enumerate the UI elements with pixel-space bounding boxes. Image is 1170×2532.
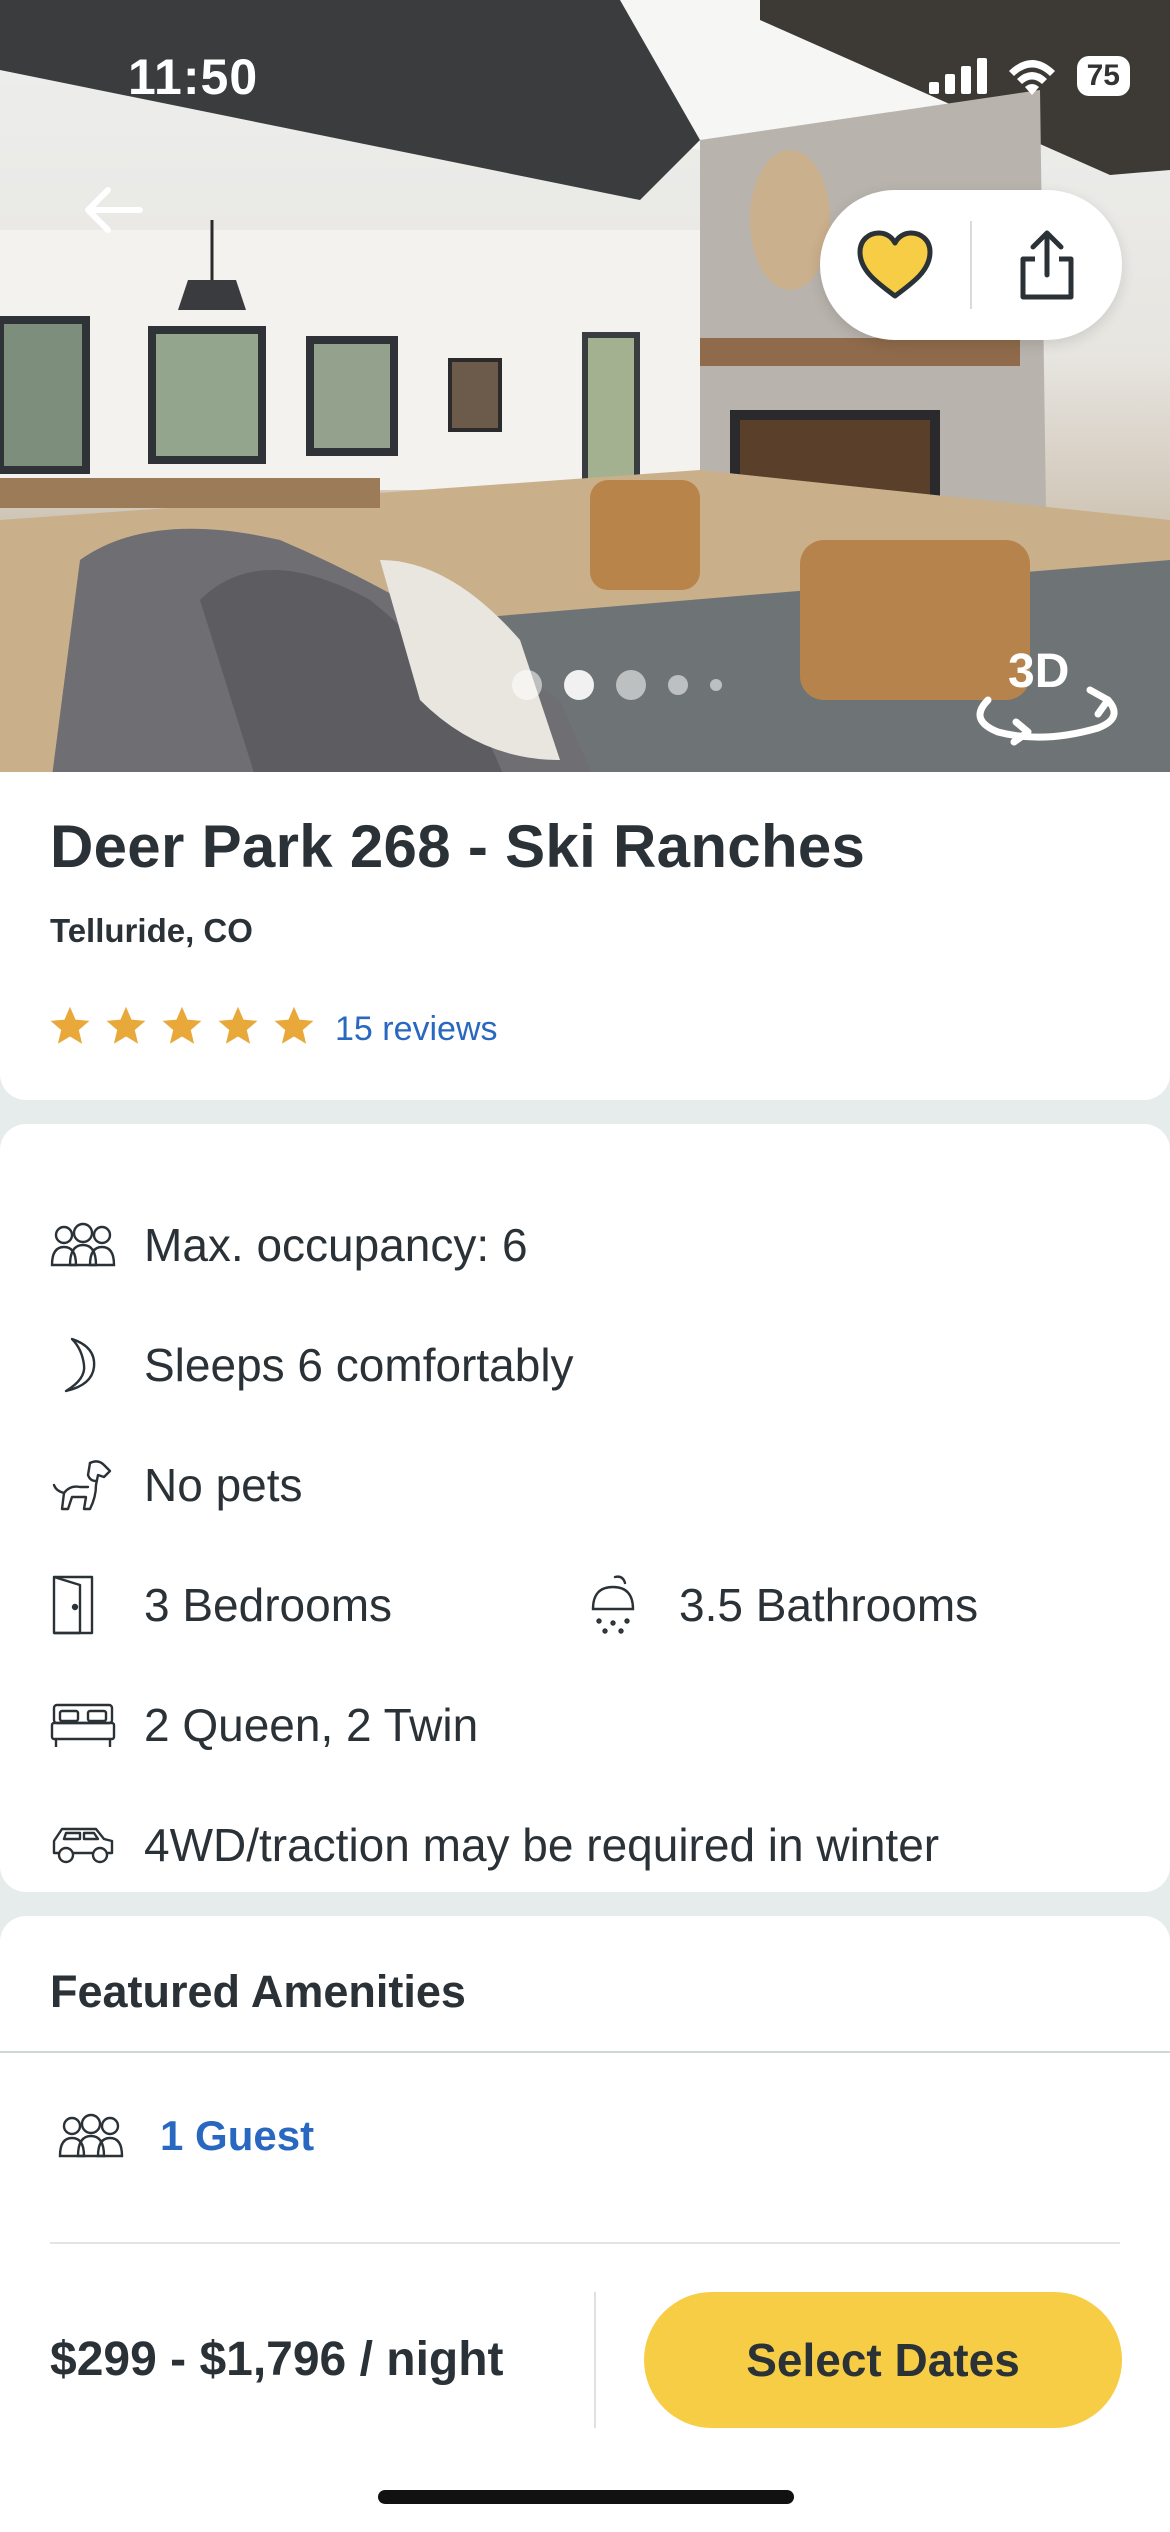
property-location: Telluride, CO <box>50 912 253 949</box>
heart-icon <box>857 230 933 299</box>
bed-icon <box>50 1697 116 1753</box>
status-time: 11:50 <box>128 49 259 105</box>
detail-bathrooms: 3.5 Bathrooms <box>585 1570 978 1640</box>
beds-text: 2 Queen, 2 Twin <box>144 1699 479 1751</box>
3d-tour-label: 3D <box>1008 645 1070 698</box>
people-group-icon <box>58 2113 124 2158</box>
guest-count: 1 Guest <box>160 2112 315 2159</box>
share-icon <box>1020 230 1074 300</box>
arrow-left-icon <box>85 187 143 233</box>
favorite-button[interactable] <box>820 190 970 340</box>
sleeps-text: Sleeps 6 comfortably <box>144 1339 574 1391</box>
detail-pets: No pets <box>50 1450 303 1520</box>
property-header-card: Deer Park 268 - Ski Ranches Telluride, C… <box>0 772 1170 1100</box>
status-icons: 75 <box>928 56 1130 96</box>
star-icon <box>50 1006 90 1044</box>
battery-indicator: 75 <box>1076 56 1130 96</box>
vehicle-text: 4WD/traction may be required in winter <box>144 1819 940 1871</box>
people-group-icon <box>50 1217 116 1273</box>
carousel-dot[interactable] <box>616 670 646 700</box>
amenities-heading: Featured Amenities <box>50 1966 466 2017</box>
dog-icon <box>50 1457 116 1513</box>
hero-actions <box>820 190 1122 340</box>
select-dates-button[interactable]: Select Dates <box>644 2292 1122 2428</box>
moon-icon <box>50 1337 116 1393</box>
cellular-signal-icon <box>928 58 987 94</box>
bedrooms-text: 3 Bedrooms <box>144 1579 393 1631</box>
amenities-divider <box>0 2051 1170 2053</box>
property-title: Deer Park 268 - Ski Ranches <box>50 813 866 880</box>
carousel-dot[interactable] <box>668 675 688 695</box>
share-button[interactable] <box>972 190 1122 340</box>
star-icon <box>274 1006 314 1044</box>
star-icon <box>162 1006 202 1044</box>
carousel-dots <box>512 670 722 700</box>
amenities-card: Featured Amenities <box>0 1916 1170 2532</box>
price-range: $299 - $1,796 / night <box>50 2333 504 2386</box>
reviews-link[interactable]: 15 reviews <box>335 1010 498 1049</box>
star-rating <box>48 1004 316 1048</box>
detail-vehicle: 4WD/traction may be required in winter <box>50 1810 939 1880</box>
footer-divider <box>594 2292 596 2428</box>
bathrooms-text: 3.5 Bathrooms <box>679 1579 979 1631</box>
star-icon <box>218 1006 258 1044</box>
wifi-icon <box>1008 60 1055 95</box>
property-photo-carousel[interactable]: 11:50 75 3D <box>0 0 1170 792</box>
occupancy-text: Max. occupancy: 6 <box>144 1219 528 1271</box>
home-indicator[interactable] <box>378 2490 794 2504</box>
shower-icon <box>585 1575 651 1634</box>
suv-icon <box>50 1817 116 1873</box>
detail-sleeps: Sleeps 6 comfortably <box>50 1330 574 1400</box>
carousel-dot[interactable] <box>710 679 722 691</box>
pets-text: No pets <box>144 1459 303 1511</box>
carousel-dot[interactable] <box>564 670 594 700</box>
3d-tour-button[interactable]: 3D <box>958 640 1128 750</box>
guest-selector[interactable]: 1 Guest <box>58 2112 314 2160</box>
detail-occupancy: Max. occupancy: 6 <box>50 1210 528 1280</box>
status-bar: 11:50 75 <box>0 0 1170 150</box>
booking-divider <box>50 2242 1120 2244</box>
carousel-dot[interactable] <box>512 670 542 700</box>
detail-beds: 2 Queen, 2 Twin <box>50 1690 478 1760</box>
star-icon <box>106 1006 146 1044</box>
back-button[interactable] <box>78 172 154 248</box>
door-icon <box>50 1575 116 1635</box>
detail-bedrooms: 3 Bedrooms <box>50 1570 392 1640</box>
property-details-card: Max. occupancy: 6 Sleeps 6 comfortably N… <box>0 1124 1170 1892</box>
